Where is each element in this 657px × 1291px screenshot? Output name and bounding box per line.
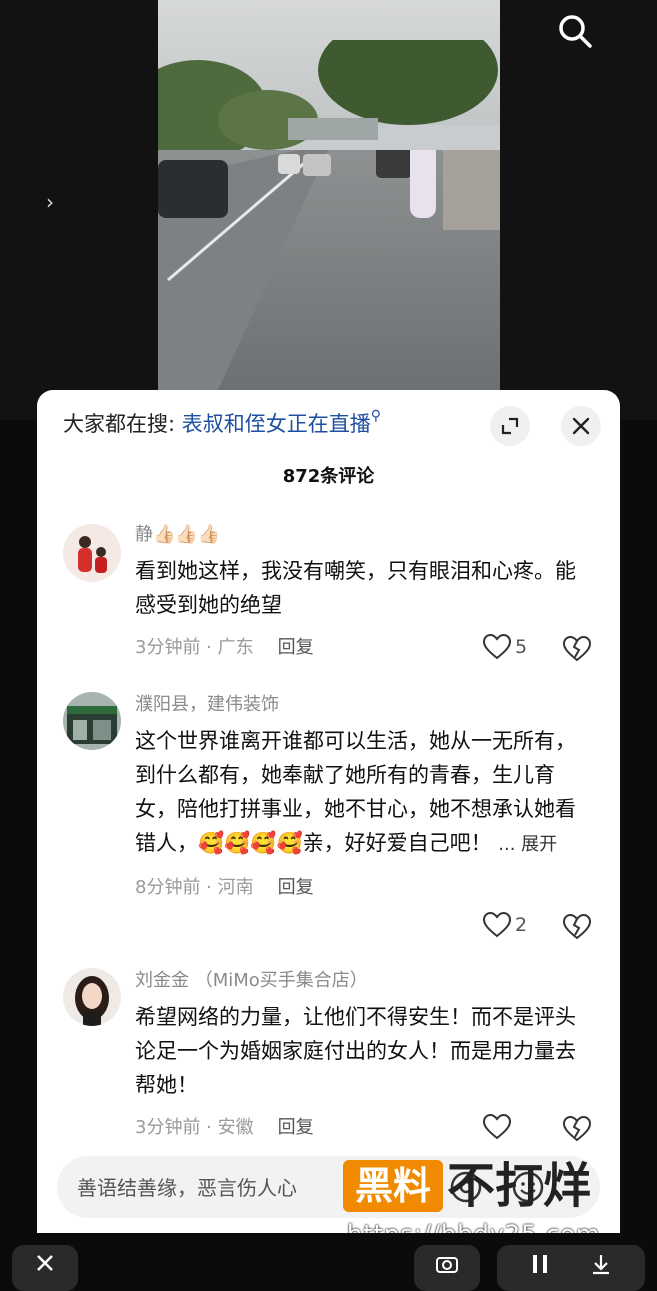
comment-meta: 8分钟前 · 河南 回复	[135, 872, 585, 904]
heart-icon	[483, 1114, 511, 1140]
expand-icon	[501, 417, 519, 435]
like-button[interactable]: 2	[483, 912, 527, 938]
comment-body: 濮阳县，建伟装饰 这个世界谁离开谁都可以生活，她从一无所有，到什么都有，她奉献了…	[135, 690, 585, 904]
camera-icon	[436, 1257, 458, 1273]
chevron-right-icon[interactable]: ›	[46, 190, 54, 214]
comment-author[interactable]: 濮阳县，建伟装饰	[135, 690, 585, 720]
search-small-icon: ⚲	[370, 408, 382, 424]
avatar[interactable]	[63, 524, 121, 582]
comment-input-placeholder[interactable]: 善语结善缘，恶言伤人心	[77, 1172, 297, 1201]
close-video-button[interactable]	[12, 1245, 78, 1291]
avatar[interactable]	[63, 968, 121, 1026]
heart-icon	[483, 912, 511, 938]
expand-button[interactable]	[490, 406, 530, 446]
video-right-margin	[500, 0, 657, 420]
comment-time: 8分钟前 · 河南	[135, 877, 254, 898]
search-icon[interactable]	[556, 12, 594, 50]
video-frame[interactable]	[158, 0, 500, 390]
close-button[interactable]	[561, 406, 601, 446]
comment-author[interactable]: 静👍🏻👍🏻👍🏻	[135, 520, 585, 550]
comment-text: 希望网络的力量，让他们不得安生！而不是评头论足一个为婚姻家庭付出的女人！而是用力…	[135, 1005, 576, 1097]
close-icon	[37, 1255, 53, 1271]
broken-heart-icon[interactable]	[563, 914, 591, 940]
screenshot-button[interactable]	[414, 1245, 480, 1291]
bottom-bar	[0, 1233, 657, 1291]
reply-button[interactable]: 回复	[278, 637, 314, 658]
video-road	[158, 122, 500, 390]
close-icon	[572, 417, 590, 435]
like-count: 5	[515, 636, 528, 658]
like-count: 2	[515, 914, 528, 936]
expand-more-link[interactable]: ... 展开	[498, 834, 557, 855]
comment-time: 3分钟前 · 广东	[135, 637, 254, 658]
hot-search-keyword[interactable]: 表叔和侄女正在直播	[182, 412, 371, 436]
watermark-title: 不打烊	[447, 1158, 592, 1214]
comment-text: 这个世界谁离开谁都可以生活，她从一无所有，到什么都有，她奉献了她所有的青春，生儿…	[135, 724, 585, 862]
avatar[interactable]	[63, 692, 121, 750]
heart-icon	[483, 634, 511, 660]
video-area[interactable]: ›	[0, 0, 657, 420]
reply-button[interactable]: 回复	[278, 877, 314, 898]
comment-author[interactable]: 刘金金 （MiMo买手集合店）	[135, 966, 585, 996]
download-icon[interactable]	[590, 1253, 612, 1275]
hot-search: 大家都在搜: 表叔和侄女正在直播⚲	[63, 408, 381, 438]
hot-search-prefix: 大家都在搜:	[63, 412, 176, 436]
video-trees	[158, 40, 498, 160]
video-left-margin	[0, 0, 158, 420]
broken-heart-icon[interactable]	[563, 636, 591, 662]
comment-meta: 3分钟前 · 安徽 回复	[135, 1112, 585, 1144]
comment-text: 看到她这样，我没有嘲笑，只有眼泪和心疼。能感受到她的绝望	[135, 559, 576, 617]
comment-body: 刘金金 （MiMo买手集合店） 希望网络的力量，让他们不得安生！而不是评头论足一…	[135, 966, 585, 1144]
comments-panel: 大家都在搜: 表叔和侄女正在直播⚲ 872条评论 静👍🏻👍🏻👍🏻 看到她这样，我…	[37, 390, 620, 1279]
comments-count-title: 872条评论	[282, 466, 375, 487]
like-button[interactable]	[483, 1114, 515, 1140]
comment-time: 3分钟前 · 安徽	[135, 1117, 254, 1138]
watermark-box: 黑料	[343, 1160, 443, 1212]
broken-heart-icon[interactable]	[563, 1116, 591, 1142]
like-button[interactable]: 5	[483, 634, 527, 660]
reply-button[interactable]: 回复	[278, 1117, 314, 1138]
playback-controls	[497, 1245, 645, 1291]
pause-icon[interactable]	[530, 1253, 550, 1275]
